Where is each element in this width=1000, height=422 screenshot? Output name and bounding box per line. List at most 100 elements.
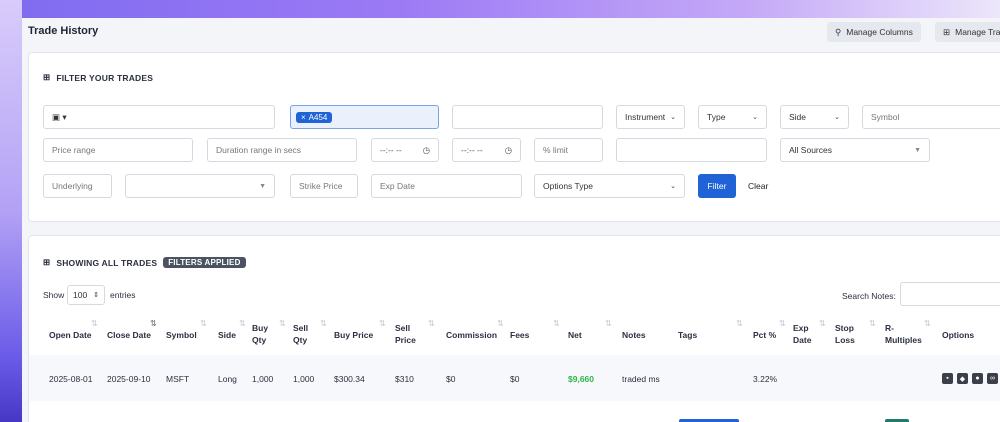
cell-open-date: 2025-08-01 [49, 374, 93, 384]
grid-icon: ⊞ [43, 72, 51, 82]
chevron-down-icon: ⌄ [670, 183, 676, 190]
sort-icon[interactable]: ⇅ [497, 319, 504, 328]
cell-commission: $0 [446, 374, 456, 384]
col-symbol[interactable]: Symbol [166, 329, 197, 341]
trades-title: ⊞ SHOWING ALL TRADES FILTERS APPLIED [43, 257, 246, 268]
cell-net: $9,660 [568, 374, 594, 384]
options-type-select[interactable]: Options Type ⌄ [534, 174, 685, 198]
trades-card: ⊞ SHOWING ALL TRADES FILTERS APPLIED Sho… [28, 235, 1000, 422]
sort-icon[interactable]: ⇅ [379, 319, 386, 328]
grid-icon: ⊞ [43, 257, 51, 267]
view-icon[interactable]: ● [972, 373, 983, 384]
grid-icon: ⊞ [943, 26, 951, 37]
sort-icon[interactable]: ⇅ [200, 319, 207, 328]
page-size-select[interactable]: 100 ⇕ [67, 285, 105, 305]
cell-buy-price: $300.34 [334, 374, 365, 384]
col-fees[interactable]: Fees [510, 329, 529, 341]
col-tags[interactable]: Tags [678, 329, 697, 341]
instrument-select[interactable]: Instrument ⌄ [616, 105, 685, 129]
col-open-date[interactable]: Open Date [49, 329, 92, 341]
manage-tags-button[interactable]: ⊞ Manage Tra [935, 22, 1000, 42]
text-filter-input[interactable] [452, 105, 603, 129]
search-notes-label: Search Notes: [842, 291, 896, 301]
col-sell-price[interactable]: Sell Price [395, 322, 425, 346]
cell-symbol: MSFT [166, 374, 190, 384]
chevron-down-icon: ⌄ [752, 114, 758, 121]
cell-notes: traded ms [622, 374, 660, 384]
entries-label: entries [110, 290, 136, 300]
strike-price-input[interactable]: Strike Price [290, 174, 358, 198]
col-buy-price[interactable]: Buy Price [334, 329, 373, 341]
link-icon[interactable]: ∞ [987, 373, 998, 384]
pct-limit-input[interactable]: % limit [534, 138, 603, 162]
sort-icon[interactable]: ⇅ [869, 319, 876, 328]
tag-icon[interactable]: ◆ [957, 373, 968, 384]
col-side[interactable]: Side [218, 329, 236, 341]
col-notes[interactable]: Notes [622, 329, 646, 341]
cell-sell-qty: 1,000 [293, 374, 315, 384]
filter-title: ⊞ FILTER YOUR TRADES [43, 72, 154, 83]
columns-icon: ⚲ [835, 26, 842, 37]
col-commission[interactable]: Commission [446, 329, 497, 341]
time-from-input[interactable]: --:-- -- ◷ [371, 138, 439, 162]
col-close-date[interactable]: Close Date [107, 329, 151, 341]
sort-icon[interactable]: ⇅ [279, 319, 286, 328]
sources-select[interactable]: All Sources ▼ [780, 138, 930, 162]
page-title: Trade History [28, 25, 99, 37]
underlying-input[interactable]: Underlying [43, 174, 112, 198]
col-r-multiples[interactable]: R-Multiples [885, 322, 925, 346]
cell-buy-qty: 1,000 [252, 374, 274, 384]
time-to-input[interactable]: --:-- -- ◷ [452, 138, 521, 162]
strategy-select[interactable]: ▼ [125, 174, 275, 198]
sort-icon[interactable]: ⇅ [553, 319, 560, 328]
sort-icon[interactable]: ⇅ [779, 319, 786, 328]
clear-button[interactable]: Clear [748, 181, 768, 191]
remove-tag-icon[interactable]: × [301, 113, 306, 122]
symbol-input[interactable]: Symbol [862, 105, 1000, 129]
cell-sell-price: $310 [395, 374, 414, 384]
price-range-input[interactable]: Price range [43, 138, 193, 162]
updown-icon: ⇕ [93, 292, 99, 299]
background-strip [0, 0, 22, 422]
caret-down-icon: ▼ [914, 146, 921, 154]
col-buy-qty[interactable]: Buy Qty [252, 322, 276, 346]
sort-icon[interactable]: ⇅ [924, 319, 931, 328]
cell-close-date: 2025-09-10 [107, 374, 151, 384]
col-exp-date[interactable]: Exp Date [793, 322, 817, 346]
show-label: Show [43, 290, 65, 300]
sort-icon[interactable]: ⇅ [428, 319, 435, 328]
caret-down-icon: ▼ [259, 182, 266, 190]
extra-filter-input[interactable] [616, 138, 767, 162]
sort-icon[interactable]: ⇅ [819, 319, 826, 328]
account-select[interactable]: × A454 [290, 105, 439, 129]
sort-icon[interactable]: ⇅ [320, 319, 327, 328]
cell-pct: 3.22% [753, 374, 778, 384]
filter-button[interactable]: Filter [698, 174, 736, 198]
sort-icon[interactable]: ⇅ [736, 319, 743, 328]
cell-side: Long [218, 374, 237, 384]
sort-icon[interactable]: ⇅ [91, 319, 98, 328]
col-options[interactable]: Options [942, 329, 974, 341]
exp-date-input[interactable]: Exp Date [371, 174, 522, 198]
side-select[interactable]: Side ⌄ [780, 105, 849, 129]
top-bar: Trade History ⚲ Manage Columns ⊞ Manage … [22, 18, 1000, 48]
account-tag[interactable]: × A454 [296, 111, 333, 123]
manage-columns-button[interactable]: ⚲ Manage Columns [827, 22, 921, 42]
sort-icon[interactable]: ⇅ [150, 319, 157, 328]
type-select[interactable]: Type ⌄ [698, 105, 767, 129]
app-window: Trade History ⚲ Manage Columns ⊞ Manage … [22, 18, 1000, 422]
filters-applied-badge: FILTERS APPLIED [163, 257, 246, 268]
filter-card: ⊞ FILTER YOUR TRADES ▣ ▾ × A454 Instrume… [28, 52, 1000, 222]
clock-icon[interactable]: ◷ [505, 145, 512, 156]
sort-icon[interactable]: ⇅ [239, 319, 246, 328]
col-sell-qty[interactable]: Sell Qty [293, 322, 317, 346]
col-stop-loss[interactable]: Stop Loss [835, 322, 861, 346]
clock-icon[interactable]: ◷ [423, 145, 430, 156]
delete-icon[interactable]: ▪ [942, 373, 953, 384]
date-range-picker[interactable]: ▣ ▾ [43, 105, 275, 129]
search-notes-input[interactable] [900, 282, 1000, 306]
duration-input[interactable]: Duration range in secs [207, 138, 357, 162]
sort-icon[interactable]: ⇅ [605, 319, 612, 328]
col-net[interactable]: Net [568, 329, 582, 341]
col-pct[interactable]: Pct % [753, 329, 776, 341]
